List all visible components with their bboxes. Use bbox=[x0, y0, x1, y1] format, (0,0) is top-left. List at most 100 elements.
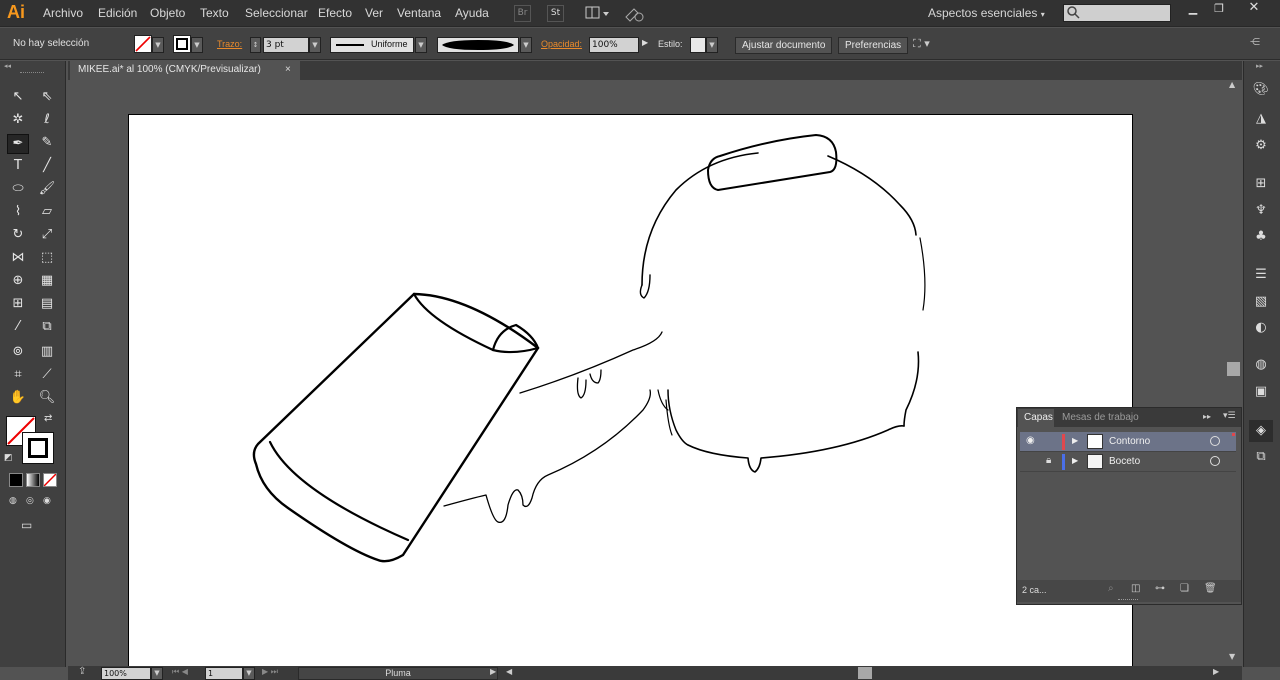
blob-brush-tool-icon[interactable]: ⌇ bbox=[9, 203, 27, 221]
color-panel-icon[interactable]: 🎨︎ bbox=[1252, 81, 1270, 99]
chevron-down-icon[interactable]: ▼ bbox=[191, 37, 203, 53]
preferences-button[interactable]: Preferencias bbox=[838, 37, 909, 54]
symbol-sprayer-tool-icon[interactable]: ⊚ bbox=[9, 343, 27, 361]
brushes-icon[interactable]: ♆ bbox=[1252, 202, 1270, 220]
stroke-label[interactable]: Trazo: bbox=[217, 39, 242, 49]
variable-width-profile[interactable]: Uniforme bbox=[330, 37, 414, 53]
chevron-down-icon[interactable]: ▼ bbox=[152, 37, 164, 53]
color-mode-icon[interactable] bbox=[9, 473, 23, 487]
layer-name[interactable]: Contorno bbox=[1109, 436, 1150, 447]
eyedropper-tool-icon[interactable]: ⁄ bbox=[9, 318, 27, 336]
scroll-down-icon[interactable]: ▼ bbox=[1229, 652, 1235, 661]
brush-definition[interactable] bbox=[437, 37, 519, 53]
column-graph-tool-icon[interactable]: ▥ bbox=[38, 343, 56, 361]
target-icon[interactable] bbox=[1210, 436, 1220, 446]
mesh-tool-icon[interactable]: ⊞ bbox=[9, 295, 27, 313]
next-artboard-icon[interactable]: ▶ ⏭ bbox=[262, 667, 278, 677]
minimize-icon[interactable]: ▁ bbox=[1183, 2, 1203, 15]
bridge-button[interactable]: Br bbox=[514, 5, 531, 22]
stroke-swatch[interactable] bbox=[173, 35, 191, 53]
close-tab-icon[interactable]: × bbox=[285, 61, 291, 79]
arrange-documents-icon[interactable] bbox=[585, 6, 611, 21]
artboard-tool-icon[interactable]: ⌗ bbox=[9, 366, 27, 384]
restore-icon[interactable]: ❐ bbox=[1209, 2, 1229, 15]
status-menu-icon[interactable]: ▶ bbox=[490, 667, 496, 676]
draw-normal-icon[interactable]: ◍ bbox=[9, 496, 23, 508]
stroke-panel-icon[interactable]: ☰ bbox=[1252, 266, 1270, 284]
symbols-icon[interactable]: ♣ bbox=[1252, 228, 1270, 246]
document-tab[interactable]: MIKEE.ai* al 100% (CMYK/Previsualizar) × bbox=[70, 61, 300, 80]
pen-tool-icon[interactable]: ✒ bbox=[7, 134, 29, 154]
shape-builder-tool-icon[interactable]: ⊕ bbox=[9, 272, 27, 290]
draw-inside-icon[interactable]: ◉ bbox=[43, 496, 57, 508]
panel-menu-icon[interactable]: ⋲ bbox=[1250, 37, 1260, 48]
chevron-down-icon[interactable]: ▼ bbox=[309, 37, 321, 53]
perspective-grid-tool-icon[interactable]: ▦ bbox=[38, 272, 56, 290]
selection-tool-icon[interactable]: ↖ bbox=[9, 88, 27, 106]
panel-menu-icon[interactable]: ▾☰ bbox=[1223, 411, 1236, 421]
layer-row-contorno[interactable]: ◉ ▶ Contorno bbox=[1020, 432, 1236, 452]
none-mode-icon[interactable] bbox=[43, 473, 57, 487]
delete-layer-icon[interactable]: 🗑︎ bbox=[1204, 583, 1217, 594]
graphic-styles-icon[interactable]: ▣ bbox=[1252, 383, 1270, 401]
slice-tool-icon[interactable]: ⟋ bbox=[38, 366, 56, 384]
default-colors-icon[interactable]: ◩ bbox=[4, 453, 13, 463]
collapse-icon[interactable]: ◂◂ bbox=[4, 62, 11, 70]
expand-layer-icon[interactable]: ▶ bbox=[1072, 456, 1078, 465]
visibility-eye-icon[interactable]: ◉ bbox=[1026, 435, 1035, 446]
first-artboard-icon[interactable]: ⏮ ◀ bbox=[172, 667, 188, 677]
expand-icon[interactable]: ▸▸ bbox=[1256, 62, 1263, 70]
chevron-down-icon[interactable]: ▼ bbox=[415, 37, 427, 53]
gpu-performance-icon[interactable] bbox=[624, 5, 646, 23]
scroll-left-icon[interactable]: ◀ bbox=[506, 667, 512, 676]
workspace-switcher[interactable]: Aspectos esenciales ▾ bbox=[928, 6, 1045, 20]
rotate-tool-icon[interactable]: ↻ bbox=[9, 226, 27, 244]
line-tool-icon[interactable]: ╱ bbox=[38, 157, 56, 175]
zoom-field[interactable]: 100% bbox=[101, 667, 151, 680]
gradient-panel-icon[interactable]: ▧ bbox=[1252, 293, 1270, 311]
stroke-color-box[interactable] bbox=[22, 432, 54, 464]
stroke-stepper[interactable]: ↕ bbox=[250, 37, 261, 53]
graphic-style-swatch[interactable] bbox=[690, 37, 706, 53]
fill-swatch[interactable] bbox=[134, 35, 152, 53]
free-transform-tool-icon[interactable]: ⬚ bbox=[38, 249, 56, 267]
help-search-input[interactable] bbox=[1063, 4, 1171, 22]
chevron-down-icon[interactable]: ▼ bbox=[706, 37, 718, 53]
screen-mode-icon[interactable]: ▭ bbox=[21, 518, 43, 534]
menu-seleccionar[interactable]: Seleccionar bbox=[245, 6, 308, 20]
current-tool-status[interactable]: Pluma bbox=[298, 667, 498, 680]
draw-behind-icon[interactable]: ◎ bbox=[26, 496, 40, 508]
opacity-label[interactable]: Opacidad: bbox=[541, 39, 582, 49]
artboards-panel-icon[interactable]: ⧉ bbox=[1252, 448, 1270, 466]
magic-wand-tool-icon[interactable]: ✲ bbox=[9, 111, 27, 129]
artboard-number-field[interactable]: 1 bbox=[205, 667, 243, 680]
scroll-up-icon[interactable]: ▲ bbox=[1229, 80, 1235, 89]
layers-panel-icon[interactable]: ◈ bbox=[1249, 420, 1273, 442]
layer-row-boceto[interactable]: 🔒︎ ▶ Boceto bbox=[1020, 452, 1236, 472]
chevron-right-icon[interactable]: ▶ bbox=[642, 38, 648, 47]
lasso-tool-icon[interactable]: ℓ bbox=[38, 111, 56, 129]
direct-selection-tool-icon[interactable]: ⇖ bbox=[38, 88, 56, 106]
menu-edicion[interactable]: Edición bbox=[98, 6, 137, 20]
opacity-field[interactable]: 100% bbox=[589, 37, 639, 53]
chevron-down-icon[interactable]: ▼ bbox=[243, 667, 255, 680]
type-tool-icon[interactable]: T bbox=[9, 157, 27, 175]
lock-icon[interactable]: 🔒︎ bbox=[1046, 455, 1051, 466]
color-themes-icon[interactable]: ⚙ bbox=[1252, 137, 1270, 155]
tab-artboards[interactable]: Mesas de trabajo bbox=[1062, 412, 1139, 423]
swatches-icon[interactable]: ⊞ bbox=[1252, 175, 1270, 193]
arrange-icon[interactable]: ⛶ ▾ bbox=[913, 37, 943, 53]
close-window-icon[interactable]: ✕ bbox=[1244, 0, 1264, 15]
panel-collapse-icon[interactable]: ▸▸ bbox=[1203, 412, 1211, 421]
chevron-down-icon[interactable]: ▼ bbox=[520, 37, 532, 53]
blend-tool-icon[interactable]: ⧉ bbox=[38, 318, 56, 336]
resize-grip-icon[interactable] bbox=[1118, 599, 1138, 602]
expand-layer-icon[interactable]: ▶ bbox=[1072, 436, 1078, 445]
menu-ayuda[interactable]: Ayuda bbox=[455, 6, 489, 20]
ellipse-tool-icon[interactable]: ⬭ bbox=[9, 180, 27, 198]
transparency-icon[interactable]: ◐ bbox=[1252, 319, 1270, 337]
gradient-tool-icon[interactable]: ▤ bbox=[38, 295, 56, 313]
gradient-mode-icon[interactable] bbox=[26, 473, 40, 487]
fit-document-button[interactable]: Ajustar documento bbox=[735, 37, 833, 54]
scroll-right-icon[interactable]: ▶ bbox=[1213, 667, 1219, 676]
